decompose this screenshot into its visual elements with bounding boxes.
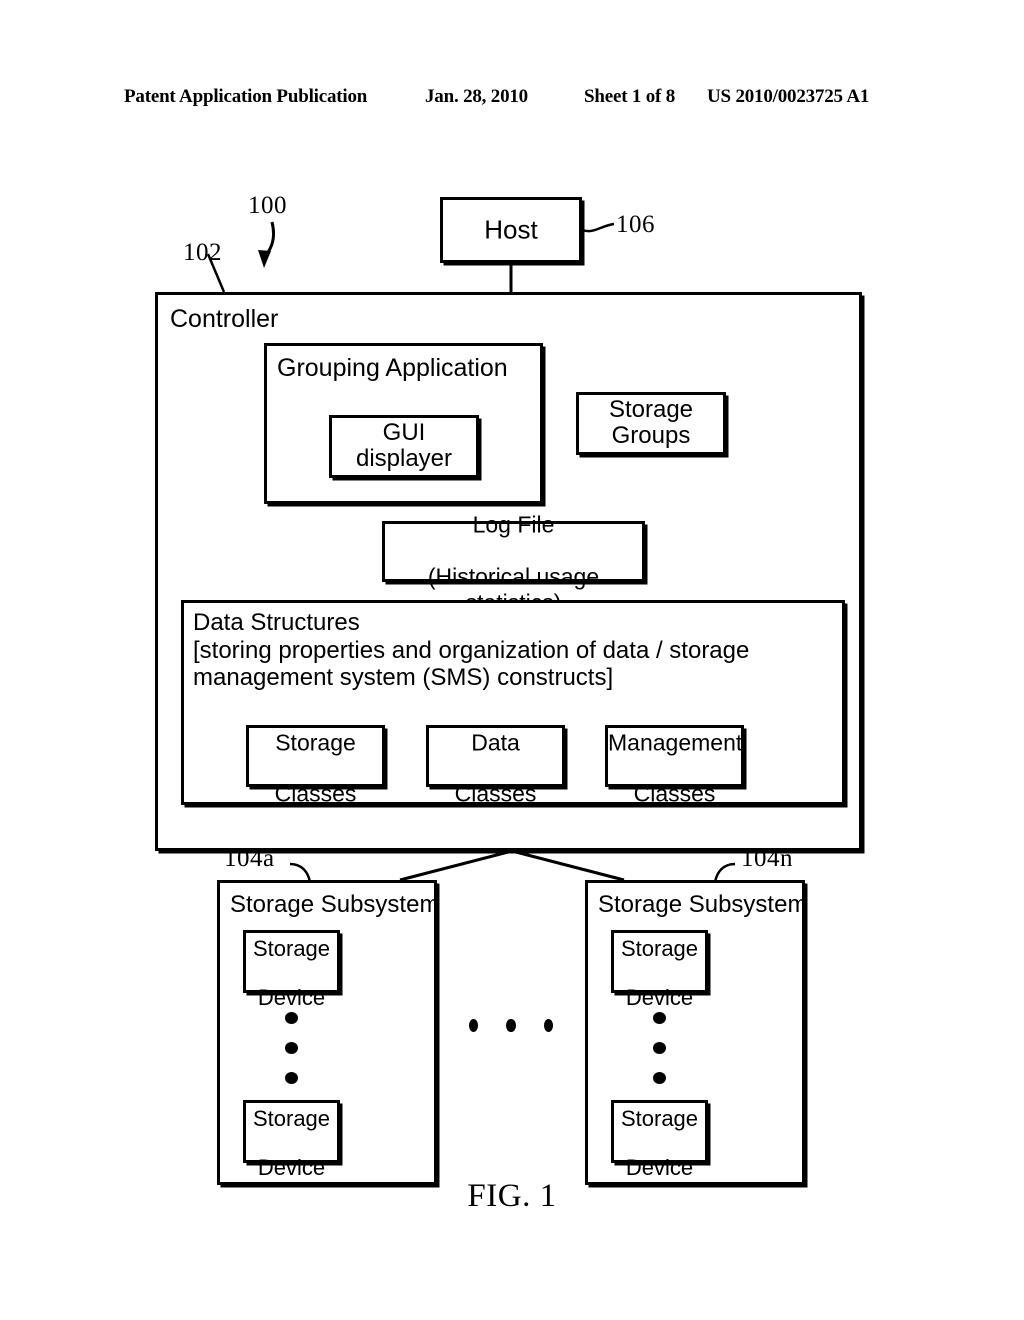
host-label: Host bbox=[484, 214, 538, 245]
storage-device-ellipsis-a bbox=[243, 1003, 340, 1093]
log-file-box[interactable]: Log File (Historical usage statistics) bbox=[382, 512, 645, 615]
storage-device-108m-box[interactable]: Storage Device bbox=[243, 1100, 340, 1180]
storage-device-110p-box[interactable]: Storage Device bbox=[611, 1100, 708, 1180]
storage-device-ellipsis-n bbox=[611, 1003, 708, 1093]
gui-displayer-box[interactable]: GUI displayer bbox=[329, 415, 479, 478]
publication-type: Patent Application Publication bbox=[124, 86, 368, 107]
storage-device-110a-line1: Storage bbox=[620, 935, 699, 961]
management-classes-line2: Classes bbox=[633, 780, 716, 807]
gui-displayer-label: GUI displayer bbox=[355, 418, 453, 473]
ref-100: 100 bbox=[248, 192, 287, 219]
storage-device-110p-line1: Storage bbox=[620, 1105, 699, 1131]
controller-label: Controller bbox=[170, 305, 279, 333]
figure-caption: FIG. 1 bbox=[467, 1178, 557, 1214]
ref-102: 102 bbox=[183, 239, 222, 266]
storage-groups-label: Storage Groups bbox=[608, 395, 694, 450]
data-structures-description: [storing properties and organization of … bbox=[193, 637, 750, 692]
data-classes-line2: Classes bbox=[454, 780, 537, 807]
storage-subsystem-ellipsis bbox=[455, 1005, 567, 1045]
data-structures-title: Data Structures bbox=[193, 609, 360, 636]
management-classes-line1: Management bbox=[608, 729, 743, 756]
storage-device-110p-line2: Device bbox=[625, 1155, 694, 1181]
page-header: Patent Application Publication Jan. 28, … bbox=[0, 86, 1024, 116]
management-classes-box[interactable]: Management Classes bbox=[605, 725, 744, 807]
storage-device-108m-line1: Storage bbox=[252, 1105, 331, 1131]
document-number: US 2010/0023725 A1 bbox=[707, 86, 870, 107]
data-classes-box[interactable]: Data Classes bbox=[426, 725, 565, 807]
log-file-title: Log File bbox=[472, 511, 555, 538]
publication-date: Jan. 28, 2010 bbox=[425, 86, 528, 107]
storage-classes-line1: Storage bbox=[275, 729, 356, 756]
storage-device-110a-box[interactable]: Storage Device bbox=[611, 930, 708, 1010]
grouping-application-label: Grouping Application bbox=[277, 354, 508, 382]
storage-classes-line2: Classes bbox=[274, 780, 357, 807]
ref-106: 106 bbox=[616, 211, 655, 238]
data-classes-line1: Data bbox=[471, 729, 520, 756]
host-box[interactable]: Host bbox=[440, 197, 582, 263]
storage-device-108a-box[interactable]: Storage Device bbox=[243, 930, 340, 1010]
storage-device-108a-line1: Storage bbox=[252, 935, 331, 961]
storage-classes-box[interactable]: Storage Classes bbox=[246, 725, 385, 807]
sheet-number: Sheet 1 of 8 bbox=[584, 86, 676, 107]
storage-groups-box[interactable]: Storage Groups bbox=[576, 392, 726, 455]
storage-device-108m-line2: Device bbox=[257, 1155, 326, 1181]
